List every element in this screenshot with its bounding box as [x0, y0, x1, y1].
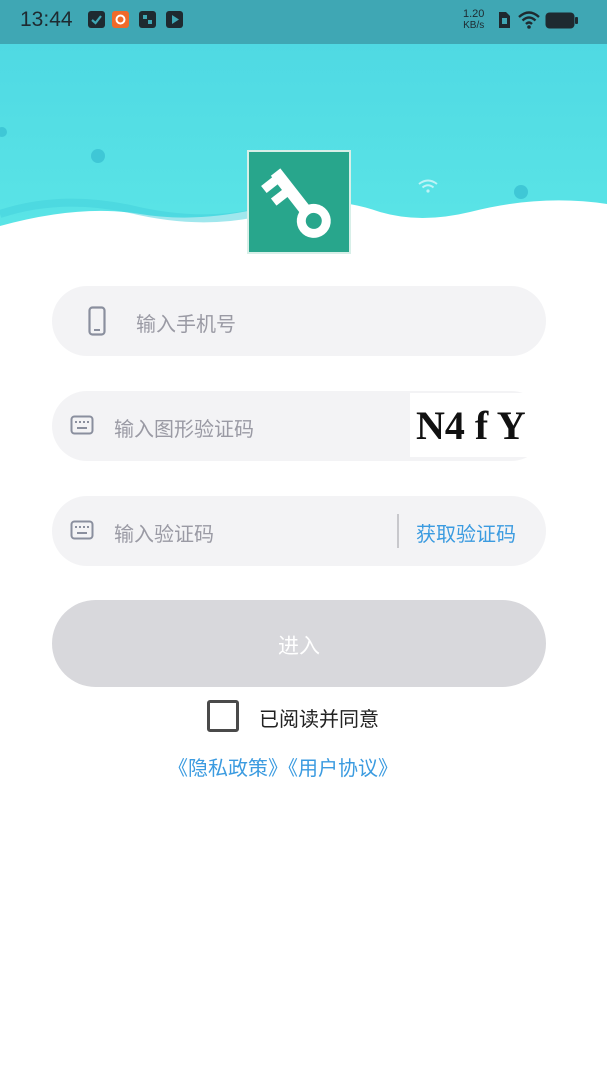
agree-label: 已阅读并同意 [259, 707, 379, 731]
keyboard-icon [70, 520, 94, 544]
status-bar: 13:44 1.20 KB/s [0, 0, 607, 44]
agreement-links: 《隐私政策》《用户协议》 [168, 752, 398, 781]
phone-field[interactable]: 输入手机号 [52, 286, 546, 356]
network-speed-value: 1.20 [463, 8, 485, 20]
app-grid-icon [139, 11, 156, 28]
key-icon [261, 168, 331, 238]
keyboard-icon [70, 415, 94, 439]
task-check-icon [88, 11, 105, 28]
wifi-decoration-icon [417, 178, 439, 198]
privacy-policy-link[interactable]: 《隐私政策》 [168, 756, 288, 780]
app-notification-icon [112, 11, 129, 28]
battery-icon [545, 12, 579, 33]
user-agreement-link[interactable]: 《用户协议》 [288, 756, 398, 780]
captcha-image-text: N4 f Y [416, 403, 526, 448]
captcha-image[interactable]: N4 f Y [410, 393, 546, 457]
sim-icon [497, 11, 511, 33]
enter-button[interactable]: 进入 [52, 600, 546, 687]
phone-input[interactable]: 输入手机号 [136, 308, 236, 337]
enter-button-label: 进入 [278, 634, 320, 658]
network-speed: 1.20 KB/s [463, 8, 485, 32]
get-code-button[interactable]: 获取验证码 [416, 518, 516, 547]
media-play-icon [166, 11, 183, 28]
agree-checkbox[interactable] [207, 700, 239, 732]
app-logo [247, 150, 351, 254]
captcha-input[interactable]: 输入图形验证码 [114, 413, 254, 442]
phone-icon [88, 306, 106, 340]
status-time: 13:44 [20, 8, 73, 31]
network-speed-unit: KB/s [463, 20, 485, 31]
wifi-icon [517, 10, 541, 34]
sms-code-input[interactable]: 输入验证码 [114, 518, 214, 547]
field-divider [397, 514, 399, 548]
